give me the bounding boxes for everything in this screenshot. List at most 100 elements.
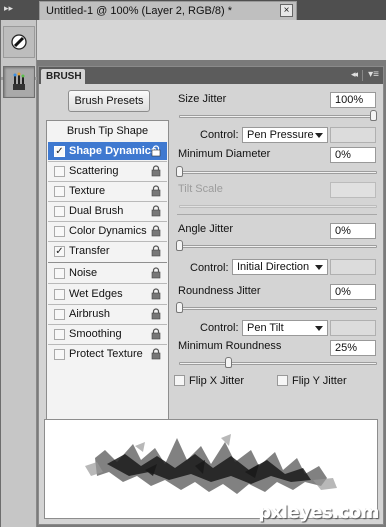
size-jitter-slider[interactable] bbox=[179, 115, 377, 118]
tip-item-transfer[interactable]: ✓ Transfer bbox=[48, 242, 167, 260]
angle-control-label: Control: bbox=[190, 262, 229, 274]
panel-menu-icon[interactable]: ▾≡ bbox=[368, 69, 379, 80]
dual-brush-checkbox[interactable] bbox=[54, 206, 65, 217]
size-control-select[interactable]: Pen Pressure bbox=[242, 127, 328, 143]
tip-item-texture[interactable]: Texture bbox=[48, 182, 167, 200]
roundness-jitter-slider-thumb[interactable] bbox=[176, 302, 183, 313]
shape-dynamics-checkbox[interactable]: ✓ bbox=[54, 146, 65, 157]
scattering-checkbox[interactable] bbox=[54, 166, 65, 177]
flip-y-jitter-checkbox[interactable] bbox=[277, 375, 288, 386]
size-jitter-label: Size Jitter bbox=[178, 93, 227, 105]
toolbox-strip: ▸▸ bbox=[0, 0, 37, 527]
tip-item-label: Texture bbox=[69, 185, 106, 197]
brush-panel-tool-button[interactable] bbox=[3, 66, 35, 98]
close-document-icon[interactable]: × bbox=[280, 4, 293, 17]
minimum-diameter-slider[interactable] bbox=[179, 171, 377, 174]
tip-item-dual-brush[interactable]: Dual Brush bbox=[48, 202, 167, 220]
tip-item-label: Transfer bbox=[69, 245, 110, 257]
angle-control-value: Initial Direction bbox=[237, 261, 310, 273]
lock-icon[interactable] bbox=[151, 288, 161, 300]
tip-item-label: Color Dynamics bbox=[69, 225, 147, 237]
airbrush-checkbox[interactable] bbox=[54, 309, 65, 320]
tip-item-scattering[interactable]: Scattering bbox=[48, 162, 167, 180]
minimum-roundness-field[interactable]: 25% bbox=[330, 340, 376, 356]
transfer-checkbox[interactable]: ✓ bbox=[54, 246, 65, 257]
section-divider bbox=[177, 214, 377, 215]
minimum-roundness-slider-thumb[interactable] bbox=[225, 357, 232, 368]
roundness-control-extra-field bbox=[330, 320, 376, 336]
tip-item-airbrush[interactable]: Airbrush bbox=[48, 305, 167, 323]
lock-icon[interactable] bbox=[151, 185, 161, 197]
toolbox-header: ▸▸ bbox=[0, 0, 37, 20]
smoothing-checkbox[interactable] bbox=[54, 329, 65, 340]
brush-panel: BRUSH ◂◂ ▾≡ Brush Presets Brush Tip Shap… bbox=[38, 66, 384, 525]
angle-jitter-field[interactable]: 0% bbox=[330, 223, 376, 239]
panel-header: BRUSH ◂◂ ▾≡ bbox=[39, 67, 383, 84]
tip-item-label: Wet Edges bbox=[69, 288, 123, 300]
document-title: Untitled-1 @ 100% (Layer 2, RGB/8) * bbox=[46, 5, 233, 17]
lock-icon[interactable] bbox=[151, 245, 161, 257]
size-jitter-slider-thumb[interactable] bbox=[370, 110, 377, 121]
tip-item-protect-texture[interactable]: Protect Texture bbox=[48, 345, 167, 363]
roundness-jitter-field[interactable]: 0% bbox=[330, 284, 376, 300]
document-tab-bar: Untitled-1 @ 100% (Layer 2, RGB/8) * × bbox=[37, 0, 386, 20]
tilt-scale-field bbox=[330, 182, 376, 198]
roundness-control-select[interactable]: Pen Tilt bbox=[242, 320, 328, 336]
tip-item-label: Noise bbox=[69, 267, 98, 279]
lock-icon[interactable] bbox=[151, 225, 161, 237]
brush-tip-shape-item[interactable]: Brush Tip Shape bbox=[47, 125, 168, 137]
flip-y-jitter-label: Flip Y Jitter bbox=[292, 375, 347, 387]
noise-checkbox[interactable] bbox=[54, 268, 65, 279]
brush-tip-list: Brush Tip Shape ✓ Shape Dynamics Scatter… bbox=[46, 120, 169, 460]
tip-group-separator bbox=[48, 262, 167, 263]
lock-icon[interactable] bbox=[151, 205, 161, 217]
tip-item-label: Dual Brush bbox=[69, 205, 124, 217]
tip-item-noise[interactable]: Noise bbox=[48, 264, 167, 282]
expand-toolbox-icon[interactable]: ▸▸ bbox=[4, 3, 13, 14]
angle-jitter-slider-thumb[interactable] bbox=[176, 240, 183, 251]
lock-icon[interactable] bbox=[151, 145, 161, 157]
history-brush-tool-button[interactable] bbox=[3, 26, 35, 58]
angle-control-select[interactable]: Initial Direction bbox=[232, 259, 328, 275]
tilt-scale-slider bbox=[179, 205, 377, 208]
lock-icon[interactable] bbox=[151, 308, 161, 320]
minimum-diameter-field[interactable]: 0% bbox=[330, 147, 376, 163]
chevron-down-icon bbox=[315, 133, 323, 138]
brushes-icon bbox=[13, 72, 25, 90]
minimum-diameter-slider-thumb[interactable] bbox=[176, 166, 183, 177]
brush-stroke-icon bbox=[11, 34, 27, 50]
brush-presets-button[interactable]: Brush Presets bbox=[68, 90, 150, 112]
size-control-value: Pen Pressure bbox=[247, 129, 314, 141]
header-divider bbox=[362, 70, 363, 81]
angle-jitter-label: Angle Jitter bbox=[178, 223, 234, 235]
tip-item-label: Shape Dynamics bbox=[69, 145, 158, 157]
tip-item-label: Scattering bbox=[69, 165, 119, 177]
brush-panel-tab[interactable]: BRUSH bbox=[41, 69, 85, 84]
angle-control-extra-field bbox=[330, 259, 376, 275]
roundness-control-label: Control: bbox=[200, 322, 239, 334]
protect-texture-checkbox[interactable] bbox=[54, 349, 65, 360]
tip-item-label: Smoothing bbox=[69, 328, 122, 340]
tip-item-wet-edges[interactable]: Wet Edges bbox=[48, 285, 167, 303]
roundness-jitter-slider[interactable] bbox=[179, 307, 377, 310]
document-tab[interactable]: Untitled-1 @ 100% (Layer 2, RGB/8) * × bbox=[39, 1, 297, 20]
lock-icon[interactable] bbox=[151, 348, 161, 360]
flip-x-jitter-checkbox[interactable] bbox=[174, 375, 185, 386]
angle-jitter-slider[interactable] bbox=[179, 245, 377, 248]
texture-checkbox[interactable] bbox=[54, 186, 65, 197]
collapse-panel-icon[interactable]: ◂◂ bbox=[351, 69, 358, 80]
tip-item-color-dynamics[interactable]: Color Dynamics bbox=[48, 222, 167, 240]
lock-icon[interactable] bbox=[151, 328, 161, 340]
tilt-scale-label: Tilt Scale bbox=[178, 183, 223, 195]
tip-item-shape-dynamics[interactable]: ✓ Shape Dynamics bbox=[48, 142, 167, 160]
tip-item-smoothing[interactable]: Smoothing bbox=[48, 325, 167, 343]
color-dynamics-checkbox[interactable] bbox=[54, 226, 65, 237]
toolbox-panel bbox=[1, 20, 37, 527]
tip-item-label: Airbrush bbox=[69, 308, 110, 320]
size-jitter-field[interactable]: 100% bbox=[330, 92, 376, 108]
lock-icon[interactable] bbox=[151, 165, 161, 177]
wet-edges-checkbox[interactable] bbox=[54, 289, 65, 300]
minimum-roundness-slider[interactable] bbox=[179, 362, 377, 365]
lock-icon[interactable] bbox=[151, 267, 161, 279]
roundness-control-value: Pen Tilt bbox=[247, 322, 284, 334]
